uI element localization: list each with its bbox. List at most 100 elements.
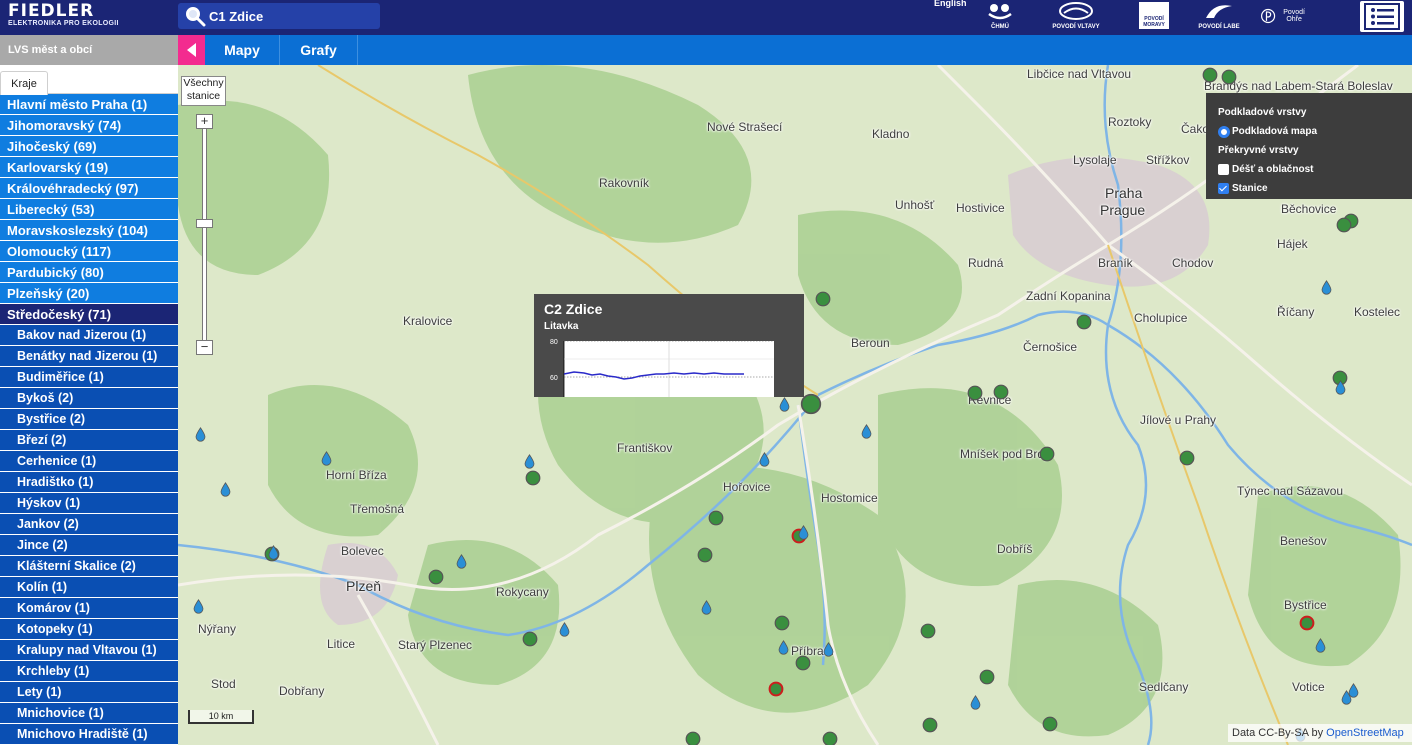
overlay-rain-option[interactable]: Déšť a oblačnost (1218, 160, 1400, 179)
town-item[interactable]: Kralupy nad Vltavou (1) (0, 640, 178, 661)
town-item[interactable]: Jankov (2) (0, 514, 178, 535)
zoom-out-button[interactable]: − (196, 340, 213, 355)
rain-gauge-icon[interactable] (1333, 379, 1348, 395)
base-layer-radio[interactable] (1218, 125, 1230, 138)
town-item[interactable]: Jince (2) (0, 535, 178, 556)
menu-button[interactable] (1360, 1, 1404, 32)
region-item[interactable]: Plzeňský (20) (0, 283, 178, 304)
station-marker[interactable] (1076, 314, 1092, 330)
town-item[interactable]: Kotopeky (1) (0, 619, 178, 640)
overlay-stations-option[interactable]: Stanice (1218, 179, 1400, 198)
stations-checkbox[interactable] (1218, 183, 1229, 194)
town-item[interactable]: Benátky nad Jizerou (1) (0, 346, 178, 367)
partner-chmu[interactable]: ČHMÚ (982, 2, 1018, 30)
zoom-track[interactable] (202, 128, 207, 344)
station-popup[interactable]: C2 Zdice Litavka 80 60 (534, 294, 804, 397)
rain-gauge-icon[interactable] (1313, 637, 1328, 653)
rain-gauge-icon[interactable] (1339, 689, 1354, 705)
town-item[interactable]: Komárov (1) (0, 598, 178, 619)
station-search[interactable]: C1 Zdice (178, 3, 380, 29)
partner-povodi-vltavy[interactable]: POVODÍ VLTAVY (1041, 2, 1111, 30)
partner-povodi-labe[interactable]: POVODÍ LABE (1196, 2, 1242, 30)
rain-gauge-icon[interactable] (193, 426, 208, 442)
station-marker[interactable] (795, 655, 811, 671)
collapse-sidebar-button[interactable] (178, 35, 205, 65)
station-marker[interactable] (1042, 716, 1058, 732)
tab-mapy[interactable]: Mapy (205, 35, 280, 65)
rain-gauge-icon[interactable] (859, 423, 874, 439)
station-marker[interactable] (1179, 450, 1195, 466)
station-marker[interactable] (967, 385, 983, 401)
station-marker[interactable] (1221, 69, 1237, 85)
town-item[interactable]: Krchleby (1) (0, 661, 178, 682)
station-marker[interactable] (920, 623, 936, 639)
rain-gauge-icon[interactable] (454, 553, 469, 569)
town-item[interactable]: Budiměřice (1) (0, 367, 178, 388)
rain-gauge-icon[interactable] (191, 598, 206, 614)
rain-checkbox[interactable] (1218, 164, 1229, 175)
station-marker[interactable] (815, 291, 831, 307)
fiedler-logo[interactable]: FIEDLER ELEKTRONIKA PRO EKOLOGII (8, 3, 119, 28)
rain-gauge-icon[interactable] (699, 599, 714, 615)
rain-gauge-icon[interactable] (218, 481, 233, 497)
station-marker[interactable] (822, 731, 838, 745)
rain-gauge-icon[interactable] (1319, 279, 1334, 295)
town-item[interactable]: Kolín (1) (0, 577, 178, 598)
station-marker[interactable] (525, 470, 541, 486)
station-marker[interactable] (922, 717, 938, 733)
region-item[interactable]: Jihočeský (69) (0, 136, 178, 157)
region-item[interactable]: Karlovarský (19) (0, 157, 178, 178)
town-item[interactable]: Bakov nad Jizerou (1) (0, 325, 178, 346)
station-marker[interactable] (1202, 67, 1218, 83)
station-alarm-marker[interactable] (1299, 615, 1315, 631)
partner-povodi-moravy[interactable]: POVODÍ MORAVY (1137, 2, 1171, 29)
station-marker[interactable] (428, 569, 444, 585)
map-view[interactable]: Libčice nad Vltavou Brandýs nad Labem-Sta… (178, 65, 1412, 745)
town-item[interactable]: Lety (1) (0, 682, 178, 703)
language-link[interactable]: English (934, 0, 967, 8)
rain-gauge-icon[interactable] (522, 453, 537, 469)
rain-gauge-icon[interactable] (557, 621, 572, 637)
town-item[interactable]: Březí (2) (0, 430, 178, 451)
station-alarm-marker[interactable] (768, 681, 784, 697)
zoom-in-button[interactable]: + (196, 114, 213, 129)
region-item[interactable]: Středočeský (71) (0, 304, 178, 325)
rain-gauge-icon[interactable] (757, 451, 772, 467)
station-marker[interactable] (1039, 446, 1055, 462)
station-marker[interactable] (774, 615, 790, 631)
zoom-slider-handle[interactable] (196, 219, 213, 228)
region-item[interactable]: Jihomoravský (74) (0, 115, 178, 136)
station-marker[interactable] (708, 510, 724, 526)
rain-gauge-icon[interactable] (968, 694, 983, 710)
rain-gauge-icon[interactable] (821, 641, 836, 657)
town-item[interactable]: Mnichovo Hradiště (1) (0, 724, 178, 745)
rain-gauge-icon[interactable] (319, 450, 334, 466)
tab-grafy[interactable]: Grafy (280, 35, 358, 65)
town-item[interactable]: Mnichovice (1) (0, 703, 178, 724)
town-item[interactable]: Bykoš (2) (0, 388, 178, 409)
town-item[interactable]: Hradištko (1) (0, 472, 178, 493)
town-item[interactable]: Hýskov (1) (0, 493, 178, 514)
region-item[interactable]: Královéhradecký (97) (0, 178, 178, 199)
station-marker[interactable] (979, 669, 995, 685)
region-item[interactable]: Liberecký (53) (0, 199, 178, 220)
rain-gauge-icon[interactable] (266, 544, 281, 560)
town-item[interactable]: Cerhenice (1) (0, 451, 178, 472)
region-item[interactable]: Olomoucký (117) (0, 241, 178, 262)
town-item[interactable]: Klášterní Skalice (2) (0, 556, 178, 577)
station-marker[interactable] (697, 547, 713, 563)
station-marker[interactable] (993, 384, 1009, 400)
all-stations-button[interactable]: Všechny stanice (181, 76, 226, 106)
region-item[interactable]: Hlavní město Praha (1) (0, 94, 178, 115)
rain-gauge-icon[interactable] (776, 639, 791, 655)
rain-gauge-icon[interactable] (796, 524, 811, 540)
region-item[interactable]: Pardubický (80) (0, 262, 178, 283)
station-marker[interactable] (1336, 217, 1352, 233)
rain-gauge-icon[interactable] (777, 396, 792, 412)
tab-kraje[interactable]: Kraje (0, 71, 48, 95)
station-marker[interactable] (522, 631, 538, 647)
region-item[interactable]: Moravskoslezský (104) (0, 220, 178, 241)
town-item[interactable]: Bystřice (2) (0, 409, 178, 430)
base-layer-option[interactable]: Podkladová mapa (1218, 122, 1400, 141)
osm-link[interactable]: OpenStreetMap (1326, 727, 1404, 739)
